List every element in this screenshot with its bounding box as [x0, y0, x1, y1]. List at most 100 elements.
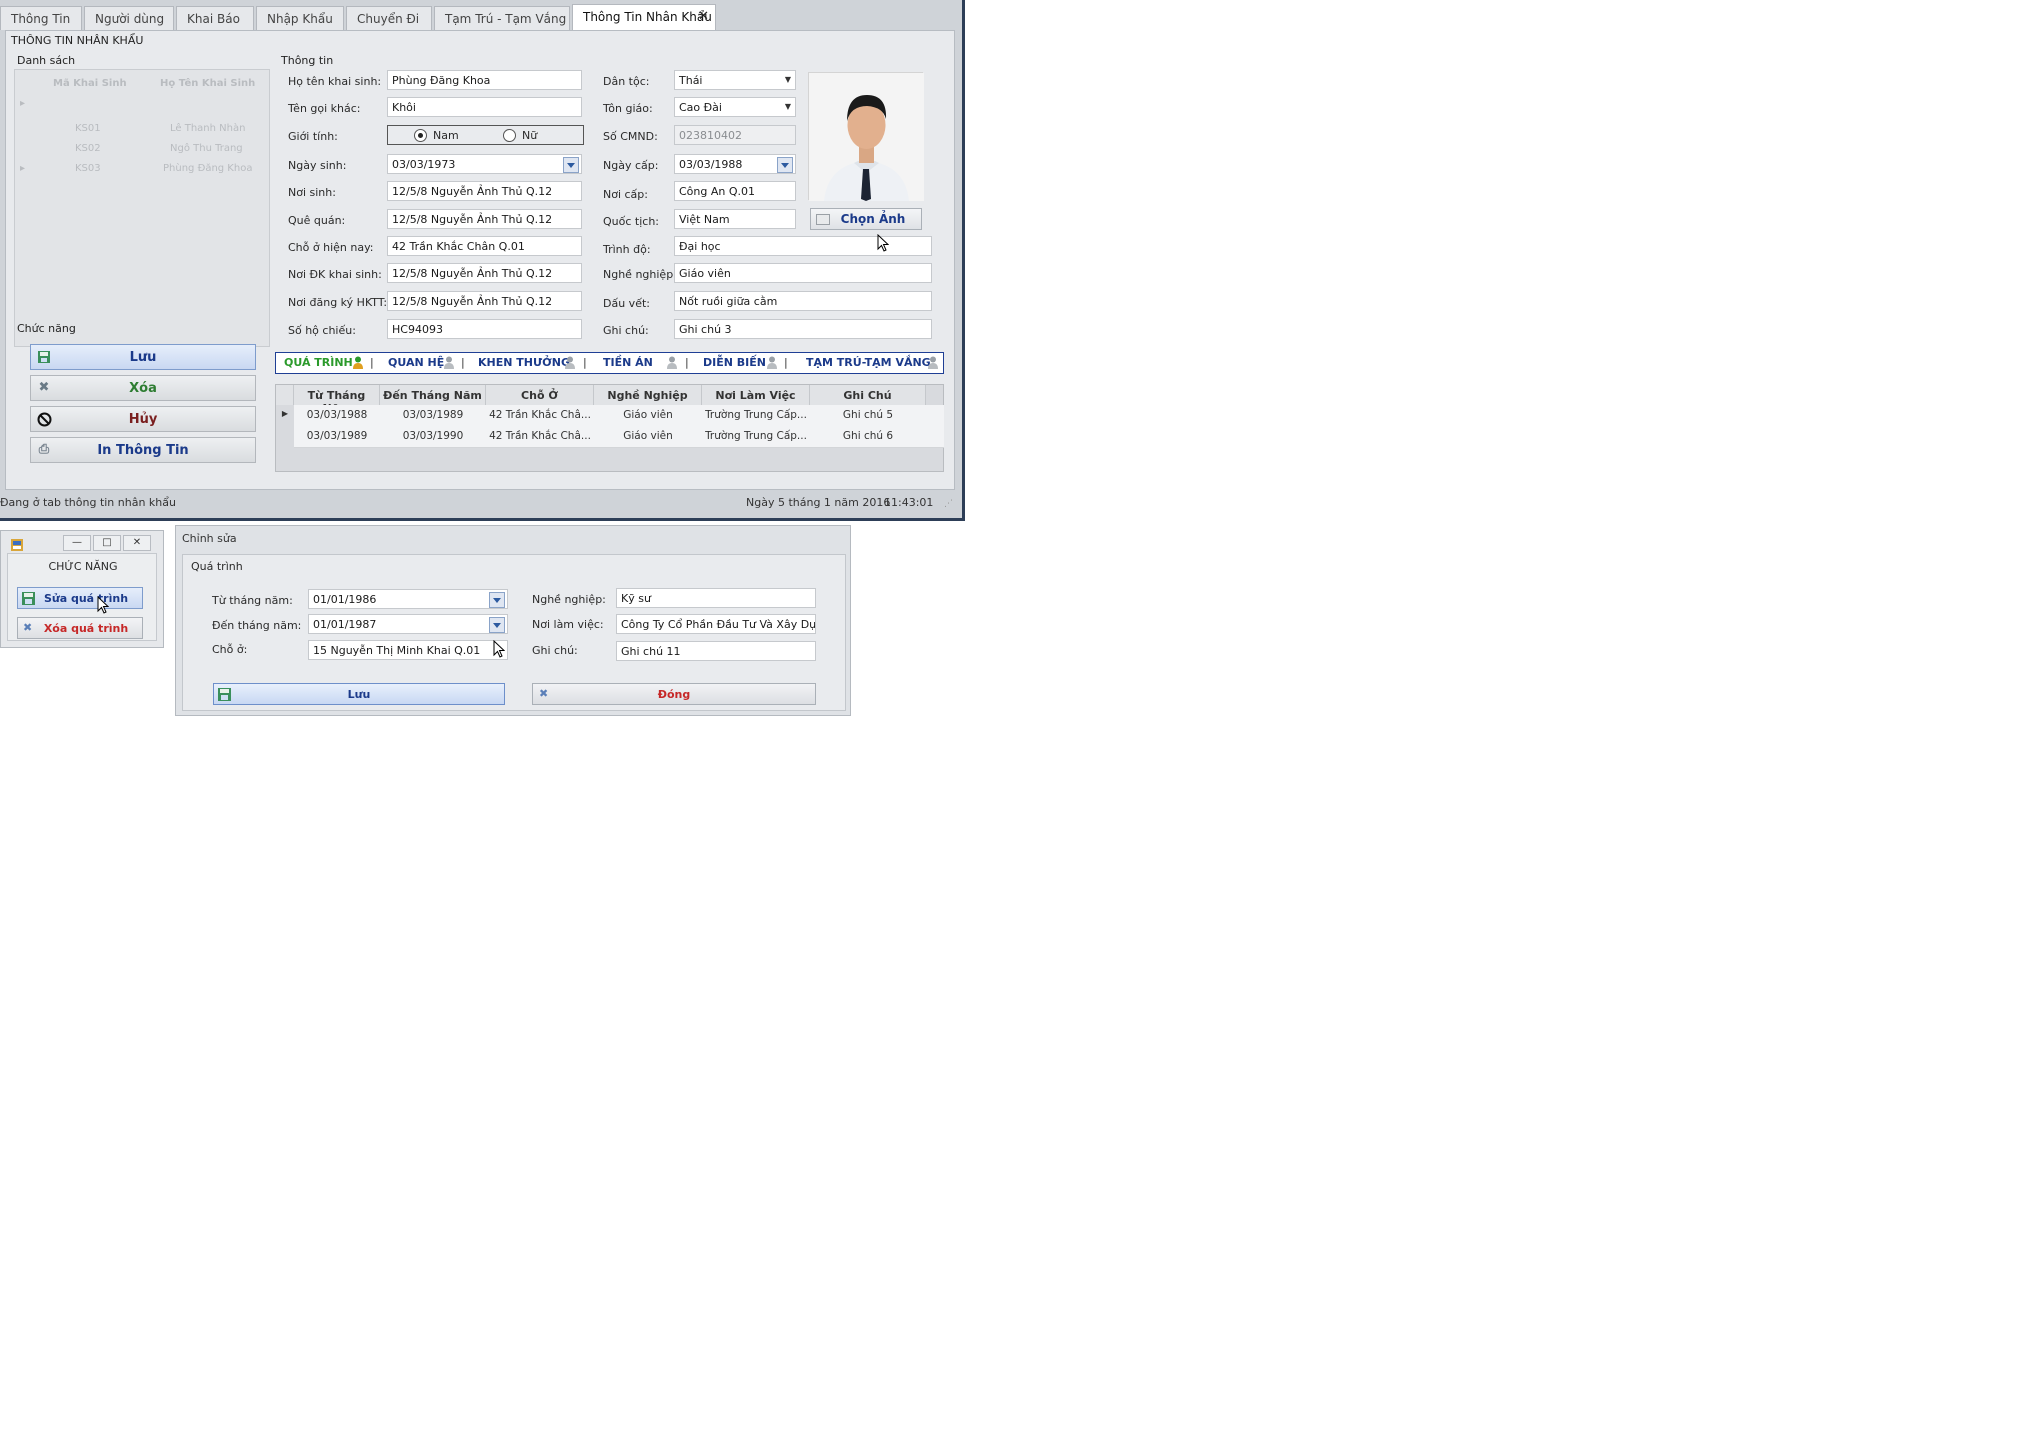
- dialog-save-button[interactable]: Lưu: [213, 683, 505, 705]
- functions-title: Chức năng: [17, 322, 76, 335]
- tab-nhap-khau[interactable]: Nhập Khẩu: [256, 6, 344, 30]
- identifying-mark-field[interactable]: Nốt ruồi giữa cằm: [674, 291, 932, 311]
- save-button-label: Lưu: [129, 350, 157, 365]
- table-cell[interactable]: Trường Trung Cấp...: [702, 405, 810, 426]
- to-date-picker[interactable]: 01/01/1987: [308, 614, 508, 634]
- table-cell[interactable]: 03/03/1989: [294, 426, 380, 447]
- cancel-button[interactable]: Hủy: [30, 406, 256, 432]
- user-icon: [444, 356, 454, 369]
- workplace-field[interactable]: Công Ty Cổ Phần Đầu Tư Và Xây Dựng N: [616, 614, 816, 634]
- choose-photo-button[interactable]: Chọn Ảnh: [810, 208, 922, 230]
- address-field[interactable]: 15 Nguyễn Thị Minh Khai Q.01: [308, 640, 508, 660]
- delete-button[interactable]: ✖ Xóa: [30, 375, 256, 401]
- column-header[interactable]: Chỗ Ở: [486, 385, 594, 405]
- calendar-dropdown-icon[interactable]: [777, 157, 793, 173]
- functions-popup-title: CHỨC NĂNG: [48, 560, 118, 573]
- issue-date-picker[interactable]: 03/03/1988: [674, 154, 796, 174]
- table-cell[interactable]: 42 Trần Khắc Châ...: [486, 405, 594, 426]
- birth-date-picker[interactable]: 03/03/1973: [387, 154, 582, 174]
- list-cell-id[interactable]: KS01: [75, 123, 101, 134]
- issue-place-field[interactable]: Công An Q.01: [674, 181, 796, 201]
- subtab-qua-trinh[interactable]: QUÁ TRÌNH: [284, 356, 353, 369]
- issue-place-label: Nơi cấp:: [603, 188, 648, 201]
- calendar-dropdown-icon[interactable]: [563, 157, 579, 173]
- column-header[interactable]: Từ Tháng Năm: [294, 385, 380, 415]
- birth-registration-place-field[interactable]: 12/5/8 Nguyễn Ảnh Thủ Q.12: [387, 263, 582, 283]
- other-name-field[interactable]: Khôi: [387, 97, 582, 117]
- table-cell[interactable]: 42 Trần Khắc Châ...: [486, 426, 594, 447]
- table-cell[interactable]: Ghi chú 5: [810, 405, 926, 426]
- list-cell-id[interactable]: KS02: [75, 143, 101, 154]
- column-header[interactable]: Nơi Làm Việc: [702, 385, 810, 405]
- list-section-title: Danh sách: [17, 54, 76, 67]
- calendar-dropdown-icon[interactable]: [489, 617, 505, 633]
- column-header[interactable]: Nghề Nghiệp: [594, 385, 702, 405]
- edit-history-button[interactable]: Sửa quá trình: [17, 587, 143, 609]
- ethnicity-select[interactable]: Thái ▼: [674, 70, 796, 90]
- list-cell-id[interactable]: KS03: [75, 163, 101, 174]
- resize-grip-icon[interactable]: ⋰: [944, 499, 953, 509]
- from-date-picker[interactable]: 01/01/1986: [308, 589, 508, 609]
- close-icon[interactable]: ✕: [123, 535, 151, 551]
- hometown-field[interactable]: 12/5/8 Nguyễn Ảnh Thủ Q.12: [387, 209, 582, 229]
- tab-tam-tru-tam-vang[interactable]: Tạm Trú - Tạm Vắng: [434, 6, 570, 30]
- subtab-quan-he[interactable]: QUAN HỆ: [388, 356, 444, 369]
- permanent-registration-field[interactable]: 12/5/8 Nguyễn Ảnh Thủ Q.12: [387, 291, 582, 311]
- birth-name-field[interactable]: Phùng Đăng Khoa: [387, 70, 582, 90]
- subtab-khen-thuong[interactable]: KHEN THƯỞNG: [478, 356, 570, 369]
- ethnicity-label: Dân tộc:: [603, 75, 650, 88]
- current-address-field[interactable]: 42 Trần Khắc Chân Q.01: [387, 236, 582, 256]
- gender-nu-label: Nữ: [522, 129, 538, 142]
- tab-thong-tin[interactable]: Thông Tin: [0, 6, 82, 30]
- tab-chuyen-di[interactable]: Chuyển Đi: [346, 6, 432, 30]
- dialog-title: Chỉnh sửa: [182, 532, 237, 545]
- gender-nu-radio[interactable]: [503, 129, 516, 142]
- minimize-icon[interactable]: —: [63, 535, 91, 551]
- list-cell-name[interactable]: Lê Thanh Nhàn: [170, 123, 245, 134]
- table-cell[interactable]: 03/03/1989: [380, 405, 486, 426]
- table-cell[interactable]: Ghi chú 6: [810, 426, 926, 447]
- education-label: Trình độ:: [603, 243, 651, 256]
- job-label: Nghề nghiệp:: [532, 593, 606, 606]
- passport-field[interactable]: HC94093: [387, 319, 582, 339]
- subtab-tien-an[interactable]: TIỀN ÁN: [603, 356, 653, 369]
- citizen-list-grid[interactable]: Mã Khai Sinh Họ Tên Khai Sinh ▸ KS01 Lê …: [14, 69, 270, 347]
- table-cell[interactable]: 03/03/1990: [380, 426, 486, 447]
- subtab-tam-tru-tam-vang[interactable]: TẠM TRÚ-TẠM VẮNG: [806, 356, 931, 369]
- table-cell[interactable]: Giáo viên: [594, 426, 702, 447]
- nationality-field[interactable]: Việt Nam: [674, 209, 796, 229]
- row-selector-icon: ▶: [281, 409, 289, 418]
- note-field[interactable]: Ghi chú 3: [674, 319, 932, 339]
- tab-khai-bao[interactable]: Khai Báo: [176, 6, 254, 30]
- table-cell[interactable]: 03/03/1988: [294, 405, 380, 426]
- maximize-icon[interactable]: □: [93, 535, 121, 551]
- close-icon[interactable]: ✕: [698, 9, 709, 24]
- history-grid[interactable]: Từ Tháng Năm Đến Tháng Năm Chỗ Ở Nghề Ng…: [275, 384, 944, 472]
- history-note-field[interactable]: Ghi chú 11: [616, 641, 816, 661]
- calendar-dropdown-icon[interactable]: [489, 592, 505, 608]
- delete-history-button[interactable]: ✖ Xóa quá trình: [17, 617, 143, 639]
- gender-nam-radio[interactable]: [414, 129, 427, 142]
- tab-thong-tin-nhan-khau[interactable]: Thông Tin Nhân Khẩu ✕: [572, 4, 716, 30]
- column-header[interactable]: Đến Tháng Năm: [380, 385, 486, 405]
- education-field[interactable]: Đại học: [674, 236, 932, 256]
- list-cell-name[interactable]: Ngô Thu Trang: [170, 143, 243, 154]
- tab-label: Tạm Trú - Tạm Vắng: [445, 12, 567, 26]
- birth-place-field[interactable]: 12/5/8 Nguyễn Ảnh Thủ Q.12: [387, 181, 582, 201]
- job-field[interactable]: Kỹ sư: [616, 588, 816, 608]
- dialog-close-button[interactable]: ✖ Đóng: [532, 683, 816, 705]
- table-cell[interactable]: Giáo viên: [594, 405, 702, 426]
- issue-date-label: Ngày cấp:: [603, 159, 659, 172]
- occupation-field[interactable]: Giáo viên: [674, 263, 932, 283]
- status-message: Đang ở tab thông tin nhân khẩu: [0, 496, 176, 509]
- column-header[interactable]: Ghi Chú: [810, 385, 926, 405]
- column-header-name: Họ Tên Khai Sinh: [160, 78, 256, 89]
- religion-select[interactable]: Cao Đài ▼: [674, 97, 796, 117]
- list-cell-name[interactable]: Phùng Đăng Khoa: [163, 163, 252, 174]
- table-cell[interactable]: Trường Trung Cấp...: [702, 426, 810, 447]
- tab-nguoi-dung[interactable]: Người dùng: [84, 6, 174, 30]
- tab-label: Nhập Khẩu: [267, 12, 333, 26]
- save-button[interactable]: Lưu: [30, 344, 256, 370]
- subtab-dien-bien[interactable]: DIỄN BIẾN: [703, 356, 766, 369]
- print-info-button[interactable]: ⎙ In Thông Tin: [30, 437, 256, 463]
